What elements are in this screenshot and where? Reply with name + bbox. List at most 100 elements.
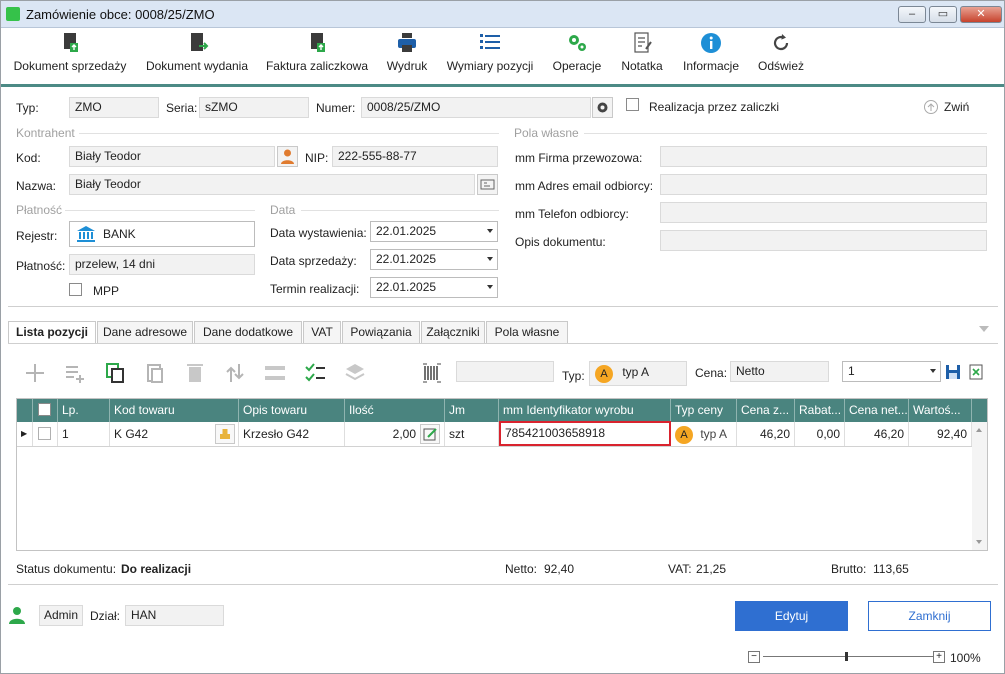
typ-ceny-cell[interactable]: A typ A: [671, 422, 737, 446]
termin-picker[interactable]: 22.01.2025: [370, 277, 498, 298]
ilosc-cell[interactable]: 2,00: [345, 422, 445, 446]
row-checkbox[interactable]: [38, 427, 51, 440]
add-list-icon[interactable]: [64, 362, 86, 384]
toolbar-label: Notatka: [621, 59, 663, 73]
seria-field[interactable]: sZMO: [199, 97, 309, 118]
mpp-checkbox[interactable]: [69, 283, 82, 296]
close-button[interactable]: Zamknij: [868, 601, 991, 631]
checklist-icon[interactable]: [304, 362, 326, 384]
zoom-slider-thumb[interactable]: [845, 652, 848, 661]
data-wystawienia-label: Data wystawienia:: [270, 226, 367, 240]
zoom-slider[interactable]: [763, 656, 933, 657]
identyfikator-cell[interactable]: 785421003658918: [499, 421, 671, 446]
toolbar-advance-invoice[interactable]: Faktura zaliczkowa: [263, 29, 371, 84]
zoom-out-button[interactable]: −: [748, 651, 760, 663]
barcode-icon[interactable]: [421, 362, 443, 384]
rejestr-field[interactable]: BANK: [69, 221, 255, 247]
platnosc-field[interactable]: przelew, 14 dni: [69, 254, 255, 275]
bank-icon: [77, 226, 95, 242]
toolbar-note[interactable]: Notatka: [615, 29, 669, 84]
merge-icon[interactable]: [264, 362, 286, 384]
refresh-icon: [773, 34, 789, 51]
kod-field[interactable]: Biały Teodor: [69, 146, 275, 167]
opis-towaru-cell: Krzesło G42: [239, 422, 345, 446]
note-icon: [634, 32, 652, 53]
nazwa-field[interactable]: Biały Teodor: [69, 174, 475, 195]
column-header[interactable]: Jm: [445, 399, 499, 422]
contractor-card-button[interactable]: [477, 174, 498, 195]
close-window-button[interactable]: ✕: [960, 6, 1002, 23]
numer-field[interactable]: 0008/25/ZMO: [361, 97, 591, 118]
scroll-up-icon[interactable]: [976, 428, 982, 432]
tab-vat[interactable]: VAT: [303, 321, 341, 343]
adres-email-field[interactable]: [660, 174, 987, 195]
scroll-down-icon[interactable]: [976, 540, 982, 544]
column-header[interactable]: Cena net...: [845, 399, 909, 422]
column-header[interactable]: Wartoś...: [909, 399, 972, 422]
select-contractor-button[interactable]: [277, 146, 298, 167]
remove-icon[interactable]: [967, 362, 985, 382]
barcode-search-input[interactable]: [456, 361, 554, 382]
copy-icon[interactable]: [104, 362, 126, 384]
numer-label: Numer:: [316, 101, 356, 115]
delete-icon[interactable]: [184, 362, 206, 384]
add-icon[interactable]: [24, 362, 46, 384]
zoom-in-button[interactable]: +: [933, 651, 945, 663]
maximize-button[interactable]: ▭: [929, 6, 957, 23]
layers-icon[interactable]: [344, 362, 366, 384]
toolbar-print[interactable]: Wydruk: [379, 29, 435, 84]
toolbar-operations[interactable]: Operacje: [547, 29, 607, 84]
tab-dane-dodatkowe[interactable]: Dane dodatkowe: [194, 321, 302, 343]
cena-field[interactable]: Netto: [730, 361, 829, 382]
toolbar-document-issue[interactable]: Dokument wydania: [141, 29, 253, 84]
tab-dane-adresowe[interactable]: Dane adresowe: [97, 321, 193, 343]
data-wystawienia-picker[interactable]: 22.01.2025: [370, 221, 498, 242]
minimize-button[interactable]: –: [898, 6, 926, 23]
column-header[interactable]: mm Identyfikator wyrobu: [499, 399, 671, 422]
grid-scrollbar[interactable]: [972, 422, 987, 550]
column-header[interactable]: Typ ceny: [671, 399, 737, 422]
price-type-badge-icon: A: [675, 425, 693, 444]
nip-field[interactable]: 222-555-88-77: [332, 146, 498, 167]
column-header[interactable]: Lp.: [58, 399, 110, 422]
edit-button[interactable]: Edytuj: [735, 601, 848, 631]
toolbar-refresh[interactable]: Odśwież: [753, 29, 809, 84]
dzial-field[interactable]: HAN: [125, 605, 224, 626]
table-row[interactable]: ▶ 1 K G42 Krzesło G42 2,00 szt 785421003…: [17, 421, 972, 447]
column-header[interactable]: Opis towaru: [239, 399, 345, 422]
advance-realization-checkbox[interactable]: [626, 98, 639, 111]
typ-filter-field[interactable]: A typ A: [589, 361, 687, 386]
tabs-chevron-icon[interactable]: [979, 326, 989, 332]
toolbar-label: Odśwież: [757, 59, 804, 73]
tab-zalaczniki[interactable]: Załączniki: [421, 321, 485, 343]
sort-icon[interactable]: [224, 362, 246, 384]
edit-quantity-button[interactable]: [420, 424, 440, 444]
column-header[interactable]: Kod towaru: [110, 399, 239, 422]
collapse-button[interactable]: Zwiń: [923, 98, 983, 116]
toolbar-info[interactable]: Informacje: [678, 29, 744, 84]
data-section: Data: [270, 203, 296, 217]
product-lookup-button[interactable]: [215, 424, 235, 444]
typ-field[interactable]: ZMO: [69, 97, 159, 118]
firma-przewozowa-field[interactable]: [660, 146, 987, 167]
toolbar-document-sale[interactable]: Dokument sprzedaży: [9, 29, 131, 84]
telefon-field[interactable]: [660, 202, 987, 223]
tab-pola-wlasne[interactable]: Pola własne: [486, 321, 568, 343]
opis-dokumentu-field[interactable]: [660, 230, 987, 251]
tab-powiazania[interactable]: Powiązania: [342, 321, 420, 343]
column-header[interactable]: Ilość: [345, 399, 445, 422]
column-header[interactable]: Cena z...: [737, 399, 795, 422]
positions-grid: Lp. Kod towaru Opis towaru Ilość Jm mm I…: [16, 398, 988, 551]
data-sprzedazy-picker[interactable]: 22.01.2025: [370, 249, 498, 270]
tab-lista-pozycji[interactable]: Lista pozycji: [8, 321, 96, 344]
kod-towaru-cell[interactable]: K G42: [110, 422, 239, 446]
save-icon[interactable]: [944, 362, 962, 382]
paste-icon[interactable]: [144, 362, 166, 384]
toolbar-label: Faktura zaliczkowa: [265, 59, 369, 73]
user-field[interactable]: Admin: [39, 605, 83, 626]
select-all-checkbox[interactable]: [38, 403, 51, 416]
column-header[interactable]: Rabat...: [795, 399, 845, 422]
toolbar-dimensions[interactable]: Wymiary pozycji: [443, 29, 537, 84]
page-select[interactable]: 1: [842, 361, 941, 382]
number-settings-button[interactable]: [592, 97, 613, 118]
